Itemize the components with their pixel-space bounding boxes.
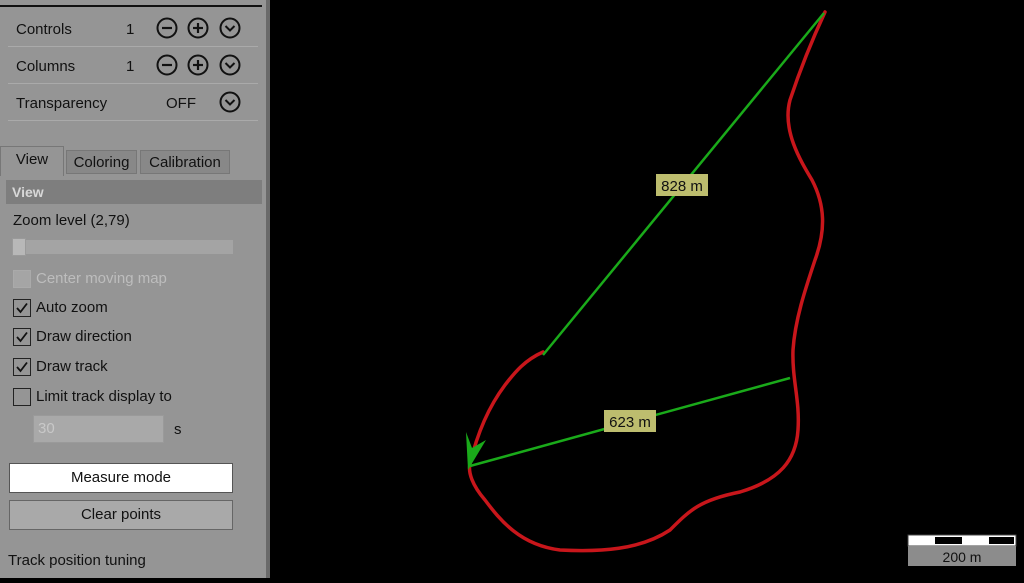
plus-circle-icon[interactable] [187,17,209,39]
measure-mode-button[interactable]: Measure mode [9,463,233,493]
zoom-slider-thumb[interactable] [12,238,26,256]
checkmark-icon [16,361,28,373]
panel-top-divider [0,5,262,7]
chevron-down-circle-icon[interactable] [219,91,241,113]
track-position-tuning-label[interactable]: Track position tuning [8,552,146,569]
distance-label-2: 623 m [604,410,656,432]
svg-text:828 m: 828 m [661,178,703,195]
transparency-row: Transparency OFF [8,84,258,121]
draw-track-label[interactable]: Draw track [36,358,108,375]
tab-bar: View Coloring Calibration [0,146,262,176]
center-moving-map-label: Center moving map [36,270,167,287]
tab-coloring[interactable]: Coloring [66,150,137,174]
controls-label: Controls [16,21,72,38]
view-section-header: View [6,180,262,204]
checkmark-icon [16,302,28,314]
plus-circle-icon[interactable] [187,54,209,76]
auto-zoom-label[interactable]: Auto zoom [36,299,108,316]
center-moving-map-checkbox [13,270,31,288]
map-view[interactable]: 828 m 623 m 200 m [270,0,1024,578]
svg-text:623 m: 623 m [609,414,651,431]
controls-value: 1 [126,21,135,38]
columns-value: 1 [126,58,135,75]
minus-circle-icon[interactable] [156,17,178,39]
controls-row: Controls 1 [8,10,258,47]
tab-view[interactable]: View [0,146,64,176]
chevron-down-circle-icon[interactable] [219,17,241,39]
transparency-label: Transparency [16,95,108,112]
limit-unit-label: s [174,421,182,438]
draw-direction-checkbox[interactable] [13,328,31,346]
zoom-slider-track[interactable] [12,240,233,254]
distance-label-1: 828 m [656,174,708,196]
limit-seconds-input[interactable]: 30 [33,415,164,443]
map-canvas[interactable]: 828 m 623 m 200 m [270,0,1024,578]
clear-points-button[interactable]: Clear points [9,500,233,530]
limit-track-checkbox[interactable] [13,388,31,406]
scale-label: 200 m [943,549,982,565]
columns-row: Columns 1 [8,47,258,84]
tab-calibration[interactable]: Calibration [140,150,230,174]
gps-track [467,10,827,553]
draw-track-checkbox[interactable] [13,358,31,376]
checkmark-icon [16,331,28,343]
auto-zoom-checkbox[interactable] [13,299,31,317]
draw-direction-label[interactable]: Draw direction [36,328,132,345]
minus-circle-icon[interactable] [156,54,178,76]
scale-bar: 200 m [907,534,1017,566]
limit-track-label[interactable]: Limit track display to [36,388,172,405]
columns-label: Columns [16,58,76,75]
transparency-value: OFF [166,95,196,112]
chevron-down-circle-icon[interactable] [219,54,241,76]
side-panel: Controls 1 Columns 1 Transparency OFF Vi… [0,0,270,578]
zoom-level-label: Zoom level (2,79) [13,212,130,229]
